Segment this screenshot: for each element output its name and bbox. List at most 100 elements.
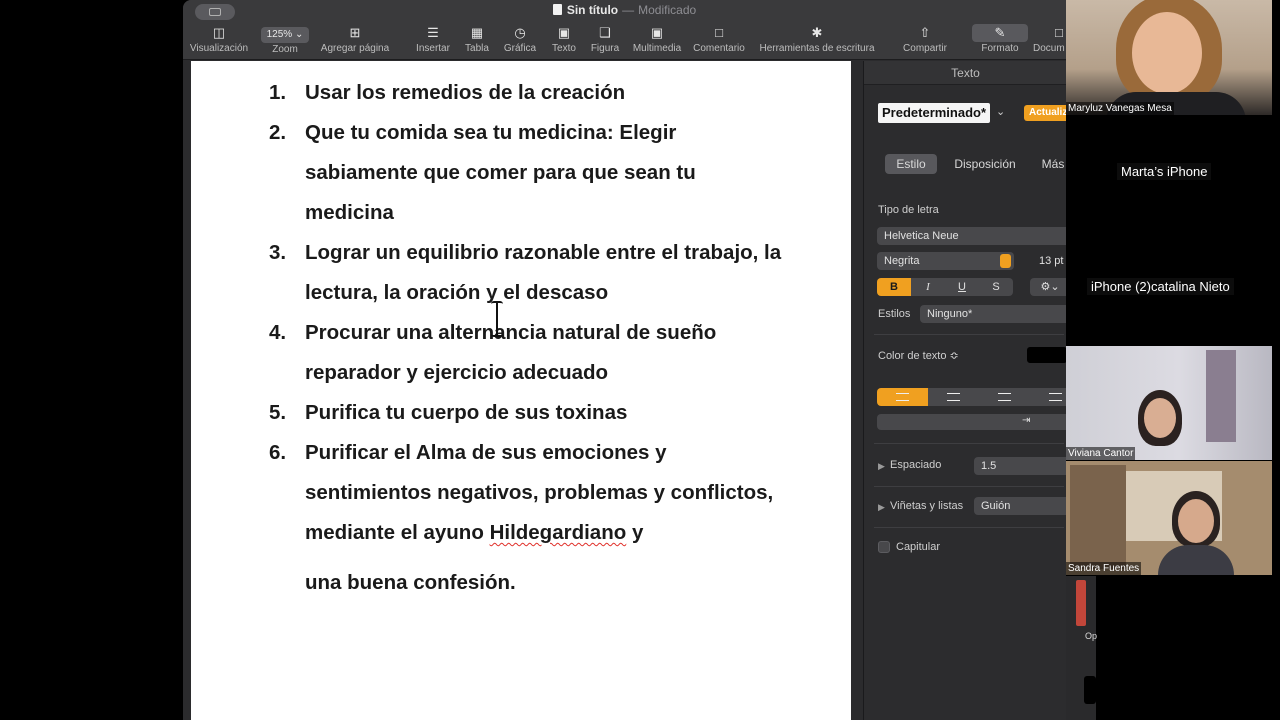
- toolbar-add-page-button[interactable]: ⊞ Agregar página: [319, 24, 391, 58]
- list-item[interactable]: 3. Lograr un equilibrio razonable entre e…: [269, 233, 789, 313]
- video-tile-participant-1[interactable]: Maryluz Vanegas Mesa: [1066, 0, 1272, 115]
- dropcap-checkbox[interactable]: [878, 541, 890, 553]
- zoom-select[interactable]: 125% ⌄: [260, 27, 310, 43]
- video-tile-participant-5[interactable]: Sandra Fuentes: [1066, 461, 1272, 575]
- comment-icon: □: [715, 25, 723, 40]
- align-center-button[interactable]: [928, 388, 979, 406]
- text-color-label: Color de texto ≎: [878, 350, 959, 362]
- toolbar-document-button[interactable]: □ Docum: [1033, 24, 1066, 58]
- misspelled-word[interactable]: Hildegardiano: [490, 521, 627, 544]
- toolbar-format-label: Formato: [981, 43, 1019, 54]
- align-left-button[interactable]: [877, 388, 928, 406]
- chevron-down-icon[interactable]: ⌄: [996, 105, 1005, 118]
- toolbar-zoom-button[interactable]: 125% ⌄ Zoom: [257, 24, 313, 58]
- toolbar-shape-button[interactable]: ❑ Figura: [585, 24, 625, 58]
- font-weight-select[interactable]: Negrita: [877, 252, 1014, 270]
- list-item[interactable]: 1. Usar los remedios de la creación: [269, 73, 789, 113]
- tab-mas[interactable]: Más: [1033, 154, 1066, 174]
- pencil-icon: [1076, 580, 1086, 626]
- toolbar-view-label: Visualización: [189, 43, 249, 54]
- alignment-buttons: [877, 388, 1066, 406]
- document-page[interactable]: 1. Usar los remedios de la creación 2. Que…: [191, 61, 851, 720]
- text-color-swatch[interactable]: [1027, 347, 1066, 363]
- list-item[interactable]: 6. Purificar el Alma de sus emociones y s…: [269, 433, 789, 603]
- background-statue: [1206, 350, 1236, 442]
- toolbar-media-button[interactable]: ▣ Multimedia: [629, 24, 685, 58]
- inspector-header: Texto: [864, 61, 1066, 85]
- italic-button[interactable]: I: [911, 278, 945, 296]
- list-item-text[interactable]: Lograr un equilibrio razonable entre el …: [305, 241, 781, 304]
- add-page-icon: ⊞: [349, 25, 361, 40]
- increase-indent-icon[interactable]: ⇥: [1022, 415, 1030, 426]
- chart-icon: ◷: [514, 25, 526, 40]
- list-item-text[interactable]: Procurar una alternancia natural de sueñ…: [305, 321, 716, 384]
- text-options-gear-icon[interactable]: ⚙⌄: [1030, 278, 1066, 296]
- video-tile-participant-4[interactable]: Viviana Cantor: [1066, 346, 1272, 460]
- tab-disposicion[interactable]: Disposición: [945, 154, 1025, 174]
- spacing-select[interactable]: 1.5: [974, 457, 1066, 475]
- toolbar-text-button[interactable]: ▣ Texto: [546, 24, 582, 58]
- list-number: 6.: [269, 441, 287, 464]
- background-shelf: [1070, 465, 1126, 569]
- font-weight-stepper-icon[interactable]: [1000, 254, 1011, 268]
- toolbar-text-label: Texto: [552, 43, 576, 54]
- list-item-text[interactable]: Usar los remedios de la creación: [305, 81, 625, 104]
- font-size-field[interactable]: 13 pt: [1019, 252, 1066, 270]
- document-canvas[interactable]: 1. Usar los remedios de la creación 2. Que…: [183, 61, 863, 720]
- list-item-text[interactable]: Que tu comida sea tu medicina: Elegir sa…: [305, 121, 696, 224]
- character-styles-select[interactable]: Ninguno*: [920, 305, 1066, 323]
- document-title: Sin título: [566, 3, 619, 17]
- bold-button[interactable]: B: [877, 278, 911, 296]
- align-center-icon: [947, 393, 960, 401]
- inspector-divider: [874, 527, 1064, 528]
- toolbar-share-button[interactable]: ⇧ Compartir: [897, 24, 953, 58]
- list-item[interactable]: 5. Purifica tu cuerpo de sus toxinas: [269, 393, 789, 433]
- overlay-button[interactable]: [1084, 676, 1096, 704]
- font-family-select[interactable]: Helvetica Neue: [877, 227, 1066, 245]
- list-item-text[interactable]: Purifica tu cuerpo de sus toxinas: [305, 401, 627, 424]
- list-item[interactable]: 2. Que tu comida sea tu medicina: Elegir …: [269, 113, 789, 233]
- bullets-lists-label[interactable]: Viñetas y listas: [890, 500, 963, 512]
- toolbar-comment-button[interactable]: □ Comentario: [691, 24, 747, 58]
- title-bar: Sin título — Modificado: [183, 3, 1066, 21]
- indent-buttons[interactable]: ⇥: [877, 414, 1066, 430]
- toolbar-table-button[interactable]: ▦ Tabla: [459, 24, 495, 58]
- toolbar-view-button[interactable]: ◫ Visualización: [189, 24, 249, 58]
- disclosure-arrow-icon[interactable]: ▶: [878, 461, 885, 472]
- overlay-panel: Op: [1066, 576, 1097, 720]
- paragraph-style-name[interactable]: Predeterminado*: [878, 103, 991, 123]
- list-item[interactable]: 4. Procurar una alternancia natural de su…: [269, 313, 789, 393]
- numbered-list[interactable]: 1. Usar los remedios de la creación 2. Que…: [269, 73, 789, 603]
- participant-name-tile-3[interactable]: iPhone (2)catalina Nieto: [1087, 278, 1234, 295]
- format-brush-icon: ✎: [972, 24, 1028, 42]
- align-justify-button[interactable]: [1030, 388, 1066, 406]
- strikethrough-button[interactable]: S: [979, 278, 1013, 296]
- update-style-button[interactable]: Actualiz: [1024, 105, 1066, 121]
- toolbar-writing-tools-label: Herramientas de escritura: [759, 43, 875, 54]
- tab-estilo[interactable]: Estilo: [885, 154, 937, 174]
- toolbar-share-label: Compartir: [903, 43, 947, 54]
- toolbar-insert-button[interactable]: ☰ Insertar: [409, 24, 457, 58]
- underline-button[interactable]: U: [945, 278, 979, 296]
- toolbar-format-button[interactable]: ✎ Formato: [970, 24, 1030, 58]
- document-icon: [552, 4, 562, 15]
- toolbar-document-label: Docum: [1033, 43, 1065, 54]
- list-number: 5.: [269, 401, 287, 424]
- spacing-label[interactable]: Espaciado: [890, 459, 941, 471]
- list-item-text-tail[interactable]: una buena confesión.: [305, 563, 789, 603]
- align-right-button[interactable]: [979, 388, 1030, 406]
- participant-shirt: [1158, 545, 1234, 575]
- screen: Sin título — Modificado ◫ Visualización 12…: [0, 0, 1280, 720]
- paragraph-style-selector[interactable]: Predeterminado* ⌄ Actualiz: [878, 103, 1066, 125]
- disclosure-arrow-icon[interactable]: ▶: [878, 502, 885, 513]
- insert-list-icon: ☰: [427, 25, 439, 40]
- toolbar-zoom-label: Zoom: [272, 44, 298, 55]
- toolbar-chart-label: Gráfica: [503, 43, 537, 54]
- toolbar-chart-button[interactable]: ◷ Gráfica: [499, 24, 541, 58]
- list-number: 1.: [269, 81, 287, 104]
- list-item-text-end[interactable]: y: [626, 521, 643, 544]
- bullets-select[interactable]: Guión: [974, 497, 1066, 515]
- participant-name-tile-2[interactable]: Marta’s iPhone: [1117, 163, 1212, 180]
- toolbar-writing-tools-button[interactable]: ✱ Herramientas de escritura: [755, 24, 879, 58]
- sidebar-icon: ◫: [212, 25, 226, 40]
